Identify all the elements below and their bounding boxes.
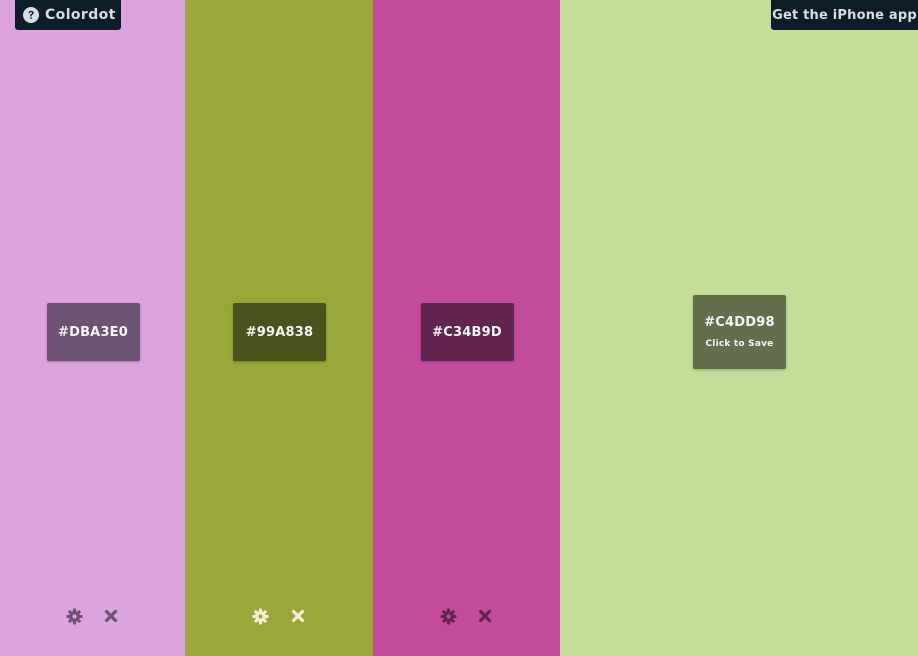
active-color-strip[interactable]: #C4DD98 Click to Save: [560, 0, 918, 656]
brand-name: Colordot: [45, 7, 116, 23]
save-color-button[interactable]: #C4DD98 Click to Save: [693, 295, 786, 369]
gear-icon[interactable]: [66, 606, 83, 626]
hex-value-label: #99A838: [245, 324, 314, 340]
color-strip[interactable]: #C34B9D: [373, 0, 560, 656]
hex-value-box[interactable]: #99A838: [233, 303, 326, 361]
strip-controls: [0, 606, 185, 626]
close-icon[interactable]: [477, 606, 494, 626]
hex-value-label: #C4DD98: [704, 315, 775, 330]
hex-value-box[interactable]: #DBA3E0: [46, 303, 140, 361]
strip-controls: [373, 606, 560, 626]
close-icon[interactable]: [289, 606, 306, 626]
hex-value-box[interactable]: #C34B9D: [420, 303, 514, 361]
click-to-save-label: Click to Save: [705, 339, 774, 349]
color-palette[interactable]: #DBA3E0 #99A838 #C34B9D #C4DD98 Click to…: [0, 0, 918, 656]
question-circle-icon: [23, 7, 39, 23]
close-icon[interactable]: [103, 606, 120, 626]
color-strip[interactable]: #DBA3E0: [0, 0, 185, 656]
get-iphone-app-button[interactable]: Get the iPhone app: [771, 0, 918, 30]
colordot-help-button[interactable]: Colordot: [15, 0, 121, 30]
hex-value-label: #C34B9D: [432, 324, 502, 340]
color-strip[interactable]: #99A838: [185, 0, 373, 656]
gear-icon[interactable]: [252, 606, 269, 626]
strip-controls: [185, 606, 373, 626]
gear-icon[interactable]: [440, 606, 457, 626]
get-iphone-app-label: Get the iPhone app: [772, 7, 917, 23]
hex-value-label: #DBA3E0: [57, 324, 129, 340]
